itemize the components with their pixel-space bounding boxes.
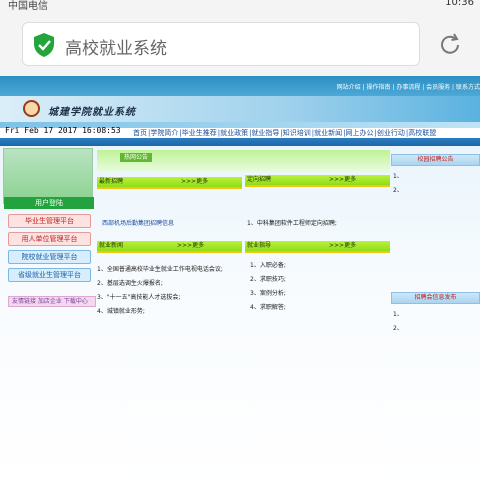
job-fair-item[interactable]: 1、 bbox=[393, 309, 403, 318]
carrier-label: 中国电信 bbox=[8, 1, 48, 12]
job-fair-item[interactable]: 2、 bbox=[393, 323, 403, 332]
shield-check-icon bbox=[34, 33, 54, 57]
top-links-bar: 网站介绍 | 操作指南 | 办事流程 | 会员服务 | 联系方式 bbox=[0, 76, 480, 96]
site-banner: 城建学院就业系统 bbox=[0, 96, 480, 122]
campus-notice-header[interactable]: 校园招聘公告 bbox=[391, 154, 480, 166]
web-page: 网站介绍 | 操作指南 | 办事流程 | 会员服务 | 联系方式 城建学院就业系… bbox=[0, 76, 480, 480]
nav-item-home[interactable]: 首页 bbox=[133, 129, 147, 137]
targeted-jobs-more-link[interactable]: >>>更多 bbox=[329, 175, 356, 185]
friend-links[interactable]: 友情链接 加店企业 下载中心 bbox=[8, 296, 96, 307]
top-links[interactable]: 网站介绍 | 操作指南 | 办事流程 | 会员服务 | 联系方式 bbox=[337, 82, 480, 91]
job-guide-item[interactable]: 1、入职必备; bbox=[250, 260, 286, 269]
nav-item-startup[interactable]: 创业行动 bbox=[377, 129, 405, 137]
job-news-item[interactable]: 2、基层选调生火爆报名; bbox=[97, 278, 163, 287]
main-nav: 首页|学院简介|毕业生推荐|就业政策|就业指导|知识培训|就业新闻|网上办公|创… bbox=[133, 129, 437, 137]
campus-notice-item[interactable]: 2、 bbox=[393, 185, 403, 194]
job-news-item[interactable]: 3、"十一五"高技能人才选拔会; bbox=[97, 292, 180, 301]
clock-label: 10:36 bbox=[445, 0, 474, 8]
job-guide-item[interactable]: 3、案例分析; bbox=[250, 288, 286, 297]
nav-item-office[interactable]: 网上办公 bbox=[346, 129, 374, 137]
graduate-platform-button[interactable]: 毕业生管理平台 bbox=[8, 214, 91, 228]
job-guide-title: 就业指导 bbox=[247, 242, 272, 249]
province-platform-button[interactable]: 省级就业生管理平台 bbox=[8, 268, 91, 282]
job-news-title: 就业新闻 bbox=[99, 242, 124, 249]
nav-item-policy[interactable]: 就业政策 bbox=[220, 129, 248, 137]
job-news-header: 就业新闻 >>>更多 bbox=[97, 241, 242, 253]
login-label[interactable]: 用户登陆 bbox=[4, 197, 94, 209]
login-panel[interactable]: 用户登陆 bbox=[3, 148, 94, 209]
latest-jobs-more-link[interactable]: >>>更多 bbox=[181, 177, 208, 187]
left-column: 用户登陆 毕业生管理平台 用人单位管理平台 院校就业管理平台 省级就业生管理平台… bbox=[3, 146, 96, 307]
job-news-item[interactable]: 4、城镇就业形势; bbox=[97, 306, 145, 315]
browser-toolbar: 高校就业系统 bbox=[0, 12, 480, 76]
nav-item-training[interactable]: 知识培训 bbox=[283, 129, 311, 137]
college-platform-button[interactable]: 院校就业管理平台 bbox=[8, 250, 91, 264]
campus-notice-item[interactable]: 1、 bbox=[393, 171, 403, 180]
site-title: 城建学院就业系统 bbox=[48, 107, 136, 118]
nav-item-alliance[interactable]: 高校联盟 bbox=[408, 129, 436, 137]
nav-item-news[interactable]: 就业新闻 bbox=[314, 129, 342, 137]
targeted-jobs-title: 定向招聘 bbox=[247, 176, 272, 183]
job-fair-header[interactable]: 招聘会信息发布 bbox=[391, 292, 480, 304]
latest-jobs-title: 最新招聘 bbox=[99, 178, 124, 185]
targeted-jobs-header: 定向招聘 >>>更多 bbox=[245, 175, 390, 187]
hot-news-tab[interactable]: 热网公告 bbox=[120, 153, 153, 162]
job-guide-more-link[interactable]: >>>更多 bbox=[329, 241, 356, 251]
reload-icon[interactable] bbox=[437, 32, 463, 58]
latest-jobs-header: 最新招聘 >>>更多 bbox=[97, 177, 242, 189]
nav-item-graduates[interactable]: 毕业生推荐 bbox=[182, 129, 217, 137]
nav-divider-bar bbox=[0, 138, 480, 146]
job-news-more-link[interactable]: >>>更多 bbox=[177, 241, 204, 251]
school-logo-icon bbox=[23, 100, 40, 117]
job-guide-item[interactable]: 4、求职解答; bbox=[250, 302, 286, 311]
job-guide-header: 就业指导 >>>更多 bbox=[245, 241, 390, 253]
page-content: 用户登陆 毕业生管理平台 用人单位管理平台 院校就业管理平台 省级就业生管理平台… bbox=[0, 146, 480, 480]
status-bar: 中国电信 10:36 bbox=[0, 0, 480, 12]
targeted-jobs-item[interactable]: 1、中科集团软件工程师定向招聘; bbox=[247, 218, 337, 227]
hot-news-bar: 热网公告 bbox=[97, 150, 390, 172]
current-date: Fri Feb 17 2017 16:08:53 bbox=[5, 126, 121, 135]
employer-platform-button[interactable]: 用人单位管理平台 bbox=[8, 232, 91, 246]
latest-jobs-item[interactable]: 西部机场后勤集团招聘信息 bbox=[102, 218, 174, 227]
date-nav-bar: Fri Feb 17 2017 16:08:53 首页|学院简介|毕业生推荐|就… bbox=[0, 126, 480, 138]
job-guide-item[interactable]: 2、求职技巧; bbox=[250, 274, 286, 283]
url-text[interactable]: 高校就业系统 bbox=[65, 34, 167, 59]
nav-item-guidance[interactable]: 就业指导 bbox=[251, 129, 279, 137]
address-bar[interactable]: 高校就业系统 bbox=[22, 22, 420, 66]
nav-item-intro[interactable]: 学院简介 bbox=[150, 129, 178, 137]
job-news-item[interactable]: 1、全国普通高校毕业生就业工作电视电话会议; bbox=[97, 264, 223, 273]
right-column: 校园招聘公告 1、 2、 招聘会信息发布 1、 2、 bbox=[391, 146, 480, 332]
